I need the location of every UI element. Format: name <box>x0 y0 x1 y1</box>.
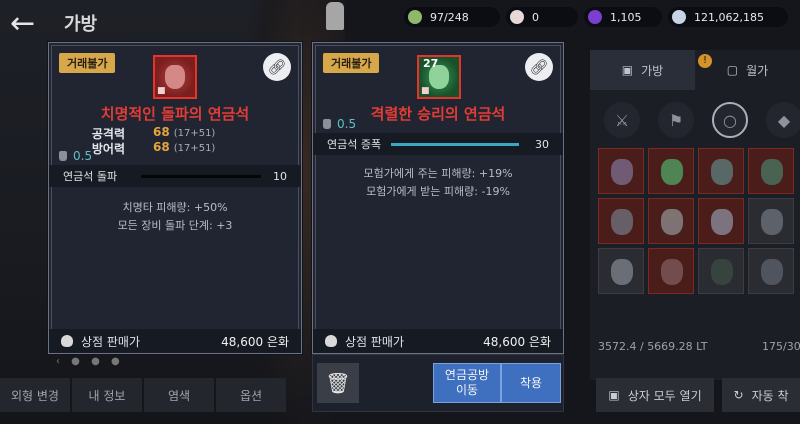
breakthrough-bar: 연금석 돌파 10 <box>49 165 301 187</box>
weight-icon <box>323 119 331 129</box>
item-tooltip-right: 거래불가 🔗︎ 27 ■ 격렬한 승리의 연금석 0.5 연금석 증폭 30 모… <box>312 42 564 354</box>
money-bag-icon <box>325 335 337 347</box>
weight-icon <box>59 151 67 161</box>
purple-orb-icon <box>588 10 602 24</box>
equip-button[interactable]: 착용 <box>501 363 561 403</box>
item-tooltip-left: 거래불가 🔗︎ ■ 치명적인 돌파의 연금석 공격력 68 (17+51) 방어력… <box>48 42 302 354</box>
link-icon[interactable]: 🔗︎ <box>525 53 553 81</box>
inventory-grid <box>598 148 794 294</box>
inventory-slot[interactable] <box>598 198 644 244</box>
dye-button[interactable]: 염색 <box>144 378 214 412</box>
move-to-alchemy-workshop-button[interactable]: 연금공방 이동 <box>433 363 501 403</box>
trash-icon[interactable]: 🗑︎ <box>317 363 359 403</box>
effect-line: 모험가에게 주는 피해량: +19% <box>363 167 513 180</box>
action-bar: 🗑︎ 연금공방 이동 착용 <box>312 354 564 412</box>
bag-icon: ▣ <box>621 63 634 77</box>
item-weight: 0.5 <box>59 149 92 163</box>
weight-readout: 3572.4 / 5669.28 LT <box>598 340 708 353</box>
refresh-icon: ↻ <box>733 388 744 402</box>
page-title: 가방 <box>64 14 98 35</box>
character-hat <box>326 2 344 30</box>
currency-purple: 1,105 <box>584 7 662 27</box>
tab-other[interactable]: ▢ 월가 <box>695 50 800 90</box>
left-nav: 외형 변경 내 정보 염색 옵션 <box>0 378 286 412</box>
amplify-track <box>391 142 519 146</box>
item-icon: ■ <box>153 55 197 99</box>
inventory-slot[interactable] <box>748 248 794 294</box>
item-icon: 27 ■ <box>417 55 461 99</box>
breakthrough-track <box>141 174 261 178</box>
currency-pearl: 0 <box>506 7 578 27</box>
inventory-slot[interactable] <box>598 248 644 294</box>
appearance-change-button[interactable]: 외형 변경 <box>0 378 70 412</box>
inventory-tabs: ▣ 가방 ▢ 월가 <box>590 50 800 90</box>
currency-silver: 121,062,185 <box>668 7 788 27</box>
inventory-panel: ▣ 가방 ▢ 월가 ! ⚔ ⚑ ○ ◆ <box>590 50 800 380</box>
back-arrow-icon[interactable]: ← <box>10 6 35 41</box>
sell-price-row: 상점 판매가 48,600 은화 <box>313 329 563 353</box>
inventory-slot[interactable] <box>648 198 694 244</box>
gem-stack-icon <box>408 10 422 24</box>
gem-filter-icon[interactable]: ◆ <box>766 102 800 138</box>
inventory-slot[interactable] <box>598 148 644 194</box>
inventory-slot[interactable] <box>748 148 794 194</box>
inventory-slot[interactable] <box>748 198 794 244</box>
alchemy-stone-icon <box>165 65 185 89</box>
open-all-boxes-button[interactable]: ▣ 상자 모두 열기 <box>596 378 714 412</box>
amplify-fill <box>391 142 519 146</box>
currency-gem-count: 97/248 <box>404 7 500 27</box>
silver-coin-icon <box>672 10 686 24</box>
pearl-icon <box>510 10 524 24</box>
my-info-button[interactable]: 내 정보 <box>72 378 142 412</box>
notification-badge: ! <box>698 54 712 68</box>
untradeable-tag: 거래불가 <box>59 53 116 73</box>
inventory-slot[interactable] <box>698 148 744 194</box>
options-button[interactable]: 옵션 <box>216 378 286 412</box>
effect-line: 모험가에게 받는 피해량: -19% <box>366 185 510 198</box>
box-icon: ▣ <box>608 388 620 402</box>
money-bag-icon <box>61 335 73 347</box>
page-dots: ‹ ● ● ● <box>56 356 124 367</box>
effect-line: 치명타 피해량: +50% <box>122 201 228 214</box>
accessory-filter-icon[interactable]: ○ <box>712 102 748 138</box>
link-icon[interactable]: 🔗︎ <box>263 53 291 81</box>
weapon-filter-icon[interactable]: ⚔ <box>604 102 640 138</box>
inventory-slot[interactable] <box>698 198 744 244</box>
auto-equip-button[interactable]: ↻ 자동 착 <box>722 378 800 412</box>
sell-price-row: 상점 판매가 48,600 은화 <box>49 329 301 353</box>
currency-bar: 97/248 0 1,105 121,062,185 <box>404 7 788 27</box>
untradeable-tag: 거래불가 <box>323 53 380 73</box>
item-weight: 0.5 <box>323 117 356 131</box>
amplify-bar: 연금석 증폭 30 <box>313 133 563 155</box>
inventory-slot[interactable] <box>648 148 694 194</box>
lock-icon: ■ <box>421 86 430 96</box>
effect-line: 모든 장비 돌파 단계: +3 <box>117 219 233 232</box>
slot-count: 175/30 <box>762 340 800 353</box>
lock-icon: ■ <box>157 86 166 96</box>
stack-count: 27 <box>423 57 439 70</box>
pouch-icon: ▢ <box>726 63 739 77</box>
inventory-slot[interactable] <box>648 248 694 294</box>
inventory-slot[interactable] <box>698 248 744 294</box>
tab-bag[interactable]: ▣ 가방 <box>590 50 695 90</box>
item-name: 치명적인 돌파의 연금석 <box>100 105 250 123</box>
filter-row: ⚔ ⚑ ○ ◆ <box>590 102 800 138</box>
breakthrough-fill <box>141 174 261 178</box>
armor-filter-icon[interactable]: ⚑ <box>658 102 694 138</box>
